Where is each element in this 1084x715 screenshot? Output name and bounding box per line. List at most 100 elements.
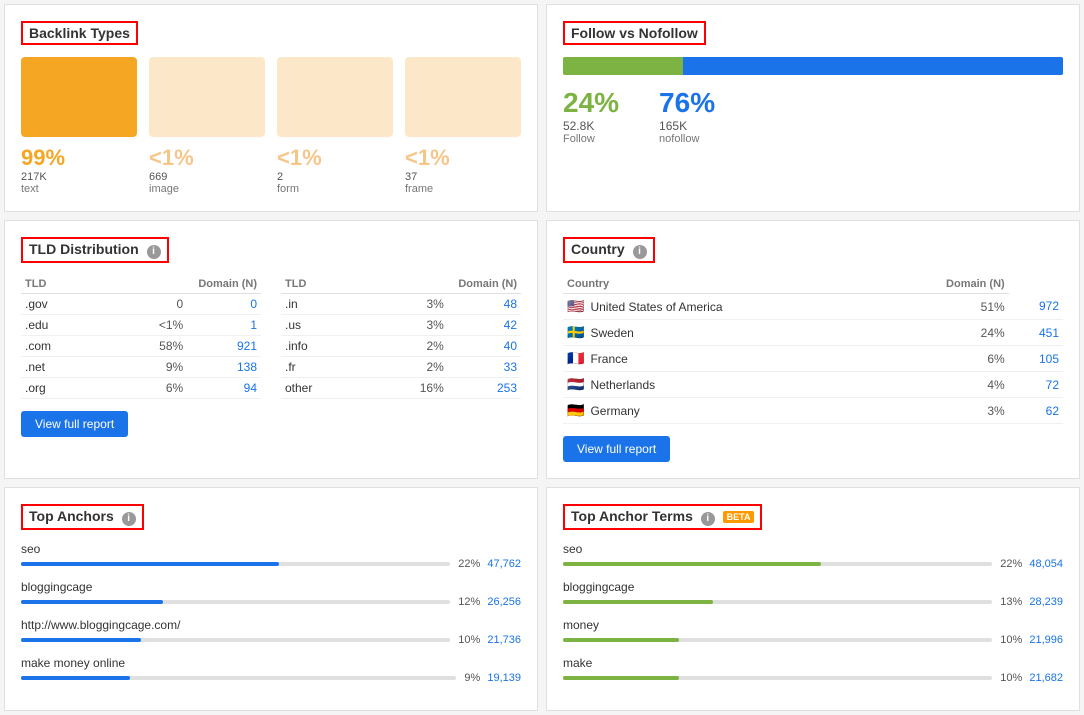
tld-distribution-panel: TLD Distribution i TLD Domain (N) .gov00… [4, 220, 538, 479]
anchor-term-pct: 10% [1000, 672, 1022, 684]
anchor-term-count: 28,239 [1029, 596, 1063, 608]
backlink-types-panel: Backlink Types 99% 217K text <1% 669 ima… [4, 4, 538, 212]
anchor-term-label: seo [563, 542, 1063, 556]
top-anchor-terms-title: Top Anchor Terms i BETA [563, 504, 762, 530]
tld-name: .org [21, 378, 102, 399]
tld-count: 1 [187, 315, 261, 336]
country-view-report-button[interactable]: View full report [563, 436, 670, 462]
anchor-term-pct: 22% [1000, 558, 1022, 570]
tld-pct: 3% [364, 294, 448, 315]
anchor-bar-bg [21, 562, 450, 566]
anchor-term-count: 21,682 [1029, 672, 1063, 684]
anchor-term-row: make 10% 21,682 [563, 656, 1063, 684]
backlink-item: <1% 2 form [277, 57, 393, 195]
anchor-bar-fill [21, 600, 163, 604]
anchor-bar-bg [21, 676, 456, 680]
tld-pct: <1% [102, 315, 187, 336]
country-info-icon[interactable]: i [633, 245, 647, 259]
anchor-bar-fill [21, 562, 279, 566]
anchor-row: make money online 9% 19,139 [21, 656, 521, 684]
tld-pct: 6% [102, 378, 187, 399]
tld-name: .info [281, 336, 364, 357]
country-name: France [590, 352, 627, 366]
anchor-term-pct: 10% [1000, 634, 1022, 646]
backlink-pct: <1% [149, 145, 265, 171]
nofollow-pct: 76% [659, 87, 715, 119]
follow-nofollow-panel: Follow vs Nofollow 24% 52.8K Follow 76% … [546, 4, 1080, 212]
country-flag: 🇺🇸 [567, 298, 584, 315]
country-panel: Country i Country Domain (N) 🇺🇸 United S… [546, 220, 1080, 479]
anchor-bar-fill [21, 676, 130, 680]
country-flag: 🇸🇪 [567, 324, 584, 341]
country-name: United States of America [590, 300, 722, 314]
tld-name: .com [21, 336, 102, 357]
backlink-box [21, 57, 137, 137]
table-row: .edu<1%1 [21, 315, 261, 336]
follow-pct: 24% [563, 87, 619, 119]
tld-view-report-button[interactable]: View full report [21, 411, 128, 437]
table-row: .gov00 [21, 294, 261, 315]
anchor-term-stats: 13% 28,239 [1000, 596, 1063, 608]
country-name-cell: 🇺🇸 United States of America [563, 294, 880, 320]
backlink-pct: <1% [405, 145, 521, 171]
tld-domain-header2: Domain (N) [364, 275, 521, 294]
anchor-count: 47,762 [487, 558, 521, 570]
backlink-count: 37 [405, 171, 521, 183]
country-domain-header: Domain (N) [880, 275, 1009, 294]
anchor-pct: 22% [458, 558, 480, 570]
table-row: .net9%138 [21, 357, 261, 378]
country-flag: 🇫🇷 [567, 350, 584, 367]
anchor-stats: 9% 19,139 [464, 672, 521, 684]
anchor-term-row: money 10% 21,996 [563, 618, 1063, 646]
follow-label: Follow [563, 133, 619, 145]
follow-stat: 24% 52.8K Follow [563, 87, 619, 145]
backlink-type-label: text [21, 183, 137, 195]
anchor-term-bar-container: 10% 21,996 [563, 634, 1063, 646]
top-anchors-info-icon[interactable]: i [122, 512, 136, 526]
tld-name: .in [281, 294, 364, 315]
tld-name: .fr [281, 357, 364, 378]
country-title: Country i [563, 237, 655, 263]
anchor-bar-container: 10% 21,736 [21, 634, 521, 646]
country-name: Germany [590, 404, 639, 418]
anchor-label: seo [21, 542, 521, 556]
anchor-term-row: bloggingcage 13% 28,239 [563, 580, 1063, 608]
backlink-box [277, 57, 393, 137]
follow-bar [563, 57, 1063, 75]
backlink-types-title: Backlink Types [21, 21, 138, 45]
table-row: .in3%48 [281, 294, 521, 315]
anchor-bar-container: 12% 26,256 [21, 596, 521, 608]
nofollow-stat: 76% 165K nofollow [659, 87, 715, 145]
tld-name: other [281, 378, 364, 399]
backlink-type-label: image [149, 183, 265, 195]
top-anchor-terms-info-icon[interactable]: i [701, 512, 715, 526]
tld-count: 94 [187, 378, 261, 399]
backlink-item: 99% 217K text [21, 57, 137, 195]
anchor-stats: 12% 26,256 [458, 596, 521, 608]
top-anchors-list: seo 22% 47,762 bloggingcage 12% 26,256 h… [21, 542, 521, 684]
backlink-pct: <1% [277, 145, 393, 171]
top-anchors-panel: Top Anchors i seo 22% 47,762 bloggingcag… [4, 487, 538, 711]
country-name-cell: 🇸🇪 Sweden [563, 320, 880, 346]
anchor-row: http://www.bloggingcage.com/ 10% 21,736 [21, 618, 521, 646]
backlink-box [405, 57, 521, 137]
anchor-term-bar-container: 10% 21,682 [563, 672, 1063, 684]
tld-name: .gov [21, 294, 102, 315]
tld-pct: 2% [364, 336, 448, 357]
anchor-term-pct: 13% [1000, 596, 1022, 608]
country-pct: 4% [880, 372, 1009, 398]
anchor-row: bloggingcage 12% 26,256 [21, 580, 521, 608]
table-row: 🇫🇷 France 6% 105 [563, 346, 1063, 372]
anchor-pct: 10% [458, 634, 480, 646]
follow-nofollow-title: Follow vs Nofollow [563, 21, 706, 45]
tld-info-icon[interactable]: i [147, 245, 161, 259]
backlink-types-list: 99% 217K text <1% 669 image <1% 2 form <… [21, 57, 521, 195]
country-pct: 51% [880, 294, 1009, 320]
tld-title: TLD Distribution i [21, 237, 169, 263]
tld-count: 0 [187, 294, 261, 315]
top-anchors-title: Top Anchors i [21, 504, 144, 530]
table-row: 🇸🇪 Sweden 24% 451 [563, 320, 1063, 346]
tld-count: 33 [448, 357, 521, 378]
backlink-pct: 99% [21, 145, 137, 171]
follow-stats: 24% 52.8K Follow 76% 165K nofollow [563, 87, 1063, 145]
